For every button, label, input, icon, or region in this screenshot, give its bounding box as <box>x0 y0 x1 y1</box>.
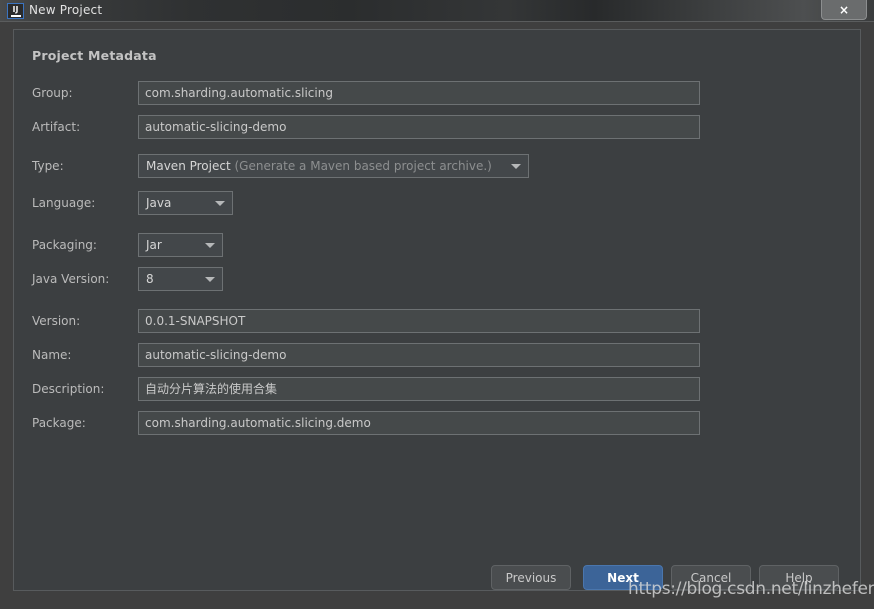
version-input[interactable]: 0.0.1-SNAPSHOT <box>138 309 700 333</box>
java-version-dropdown[interactable]: 8 <box>138 267 223 291</box>
cancel-button[interactable]: Cancel <box>671 565 751 590</box>
app-icon-text: IJ <box>12 4 19 14</box>
label-version: Version: <box>32 314 81 328</box>
chevron-down-icon <box>205 277 215 282</box>
artifact-input[interactable]: automatic-slicing-demo <box>138 115 700 139</box>
label-java-version: Java Version: <box>32 272 110 286</box>
type-dropdown-hint: (Generate a Maven based project archive.… <box>234 159 492 173</box>
java-version-dropdown-value: 8 <box>146 272 154 286</box>
close-icon: × <box>838 2 850 17</box>
close-button[interactable]: × <box>821 0 867 20</box>
new-project-dialog: IJ New Project × Project Metadata Group:… <box>0 0 874 609</box>
project-metadata-panel: Project Metadata Group: com.sharding.aut… <box>13 29 861 591</box>
label-package: Package: <box>32 416 86 430</box>
window-title: New Project <box>29 3 103 17</box>
next-button[interactable]: Next <box>583 565 663 590</box>
label-group: Group: <box>32 86 73 100</box>
intellij-idea-icon: IJ <box>7 3 24 19</box>
app-icon-underline <box>10 14 21 17</box>
chevron-down-icon <box>205 243 215 248</box>
language-dropdown-value: Java <box>146 196 172 210</box>
description-input[interactable]: 自动分片算法的使用合集 <box>138 377 700 401</box>
label-packaging: Packaging: <box>32 238 97 252</box>
label-type: Type: <box>32 159 64 173</box>
type-dropdown-selected: Maven Project <box>146 159 231 173</box>
group-input[interactable]: com.sharding.automatic.slicing <box>138 81 700 105</box>
label-description: Description: <box>32 382 105 396</box>
title-bar: IJ New Project × <box>0 0 874 22</box>
page-title: Project Metadata <box>32 48 157 63</box>
previous-button[interactable]: Previous <box>491 565 571 590</box>
label-artifact: Artifact: <box>32 120 81 134</box>
label-language: Language: <box>32 196 96 210</box>
help-button[interactable]: Help <box>759 565 839 590</box>
language-dropdown[interactable]: Java <box>138 191 233 215</box>
name-input[interactable]: automatic-slicing-demo <box>138 343 700 367</box>
label-name: Name: <box>32 348 72 362</box>
type-dropdown[interactable]: Maven Project (Generate a Maven based pr… <box>138 154 529 178</box>
type-dropdown-value: Maven Project (Generate a Maven based pr… <box>146 155 492 177</box>
chevron-down-icon <box>511 164 521 169</box>
package-input[interactable]: com.sharding.automatic.slicing.demo <box>138 411 700 435</box>
packaging-dropdown-value: Jar <box>146 238 162 252</box>
chevron-down-icon <box>215 201 225 206</box>
packaging-dropdown[interactable]: Jar <box>138 233 223 257</box>
